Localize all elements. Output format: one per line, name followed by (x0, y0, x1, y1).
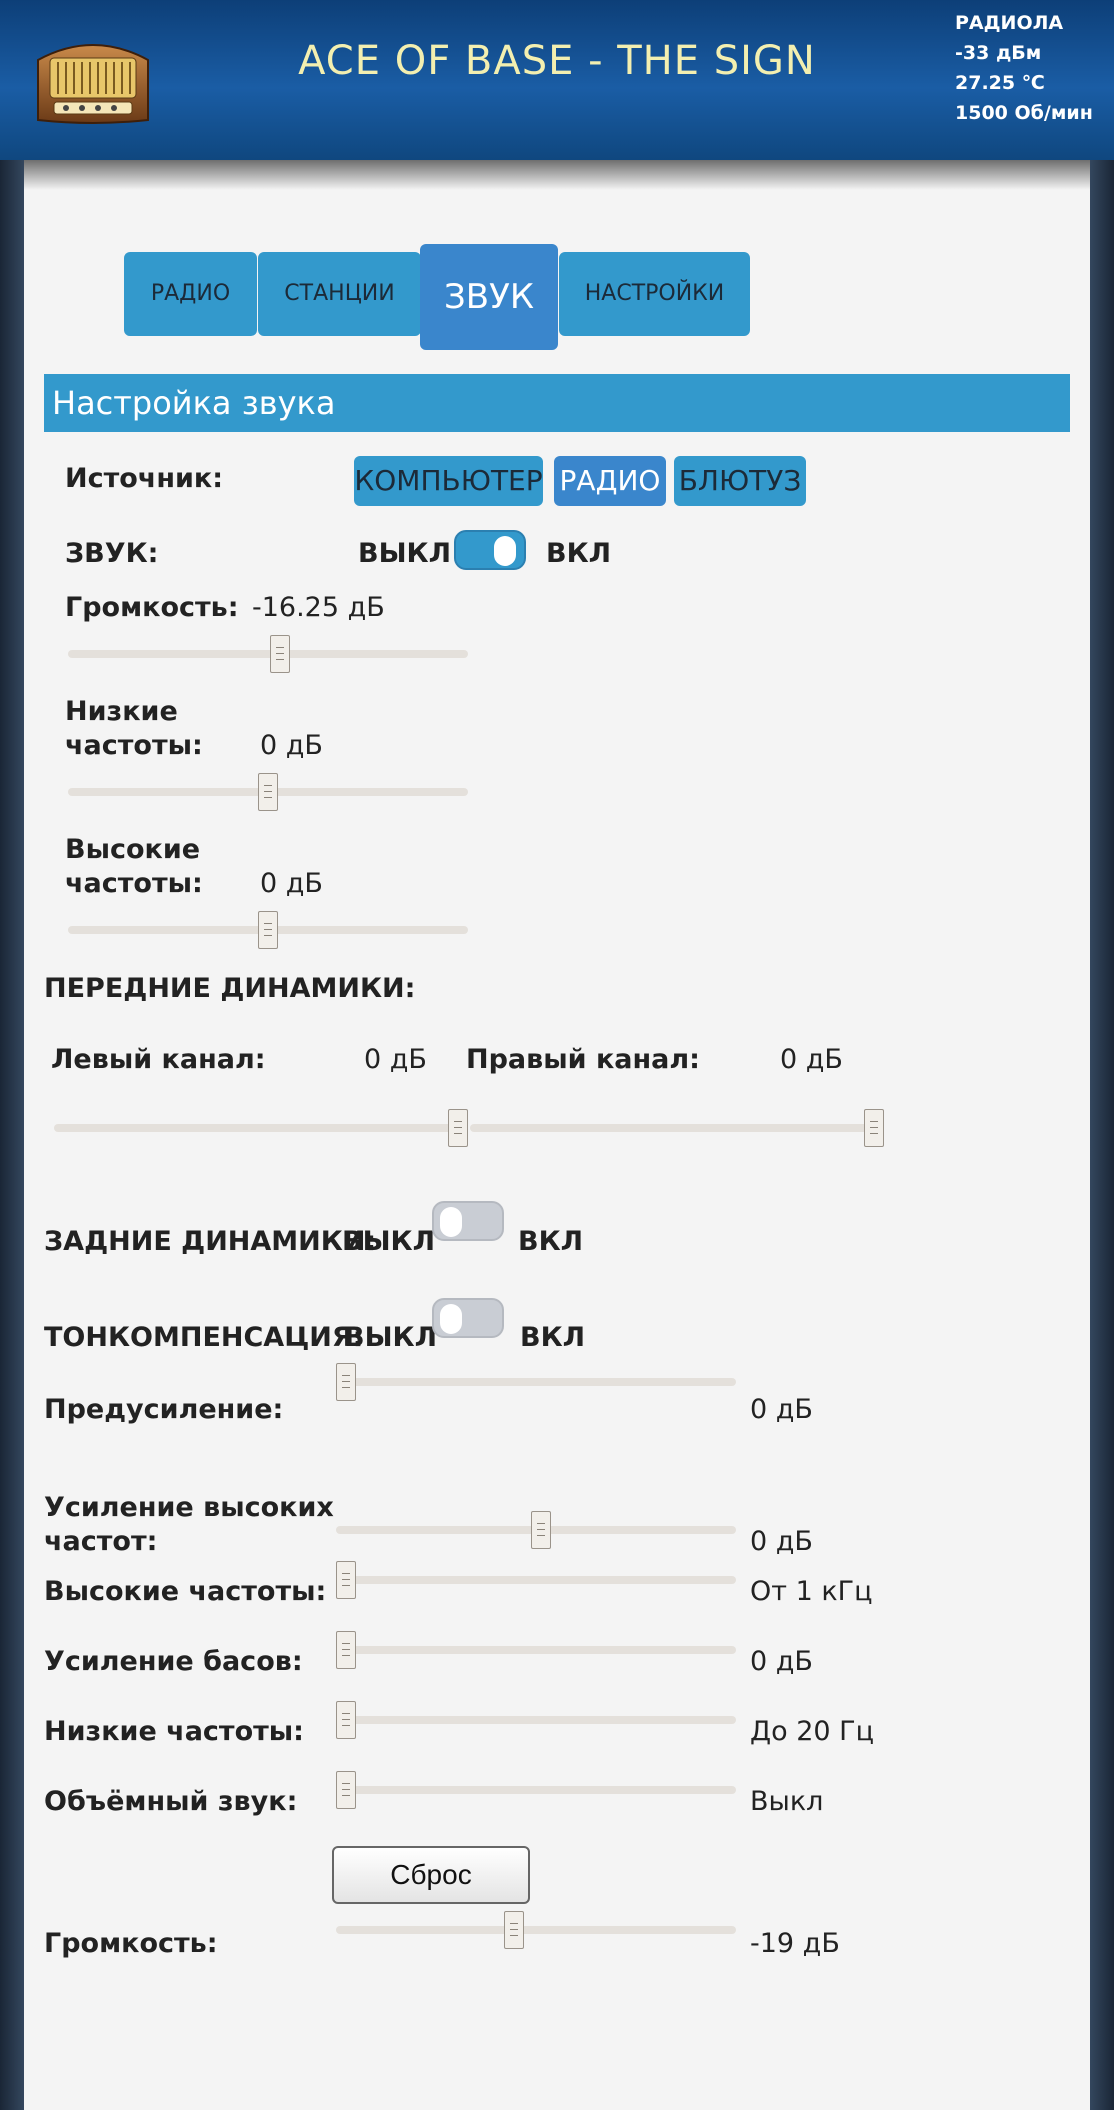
bass-boost-slider[interactable] (336, 1631, 356, 1669)
bass-boost-label: Усиление басов: (44, 1646, 303, 1677)
treble-label-line1: Высокие (65, 834, 201, 865)
content-panel: РАДИО СТАНЦИИ ЗВУК НАСТРОЙКИ Настройка з… (24, 160, 1090, 2110)
loudness-on-label: ВКЛ (520, 1322, 586, 1353)
bass-label-line1: Низкие (65, 696, 178, 727)
right-channel-value: 0 дБ (780, 1044, 843, 1075)
source-label: Источник: (65, 463, 224, 494)
treble-freq-label: Высокие частоты: (44, 1576, 327, 1607)
treble-freq-value: От 1 кГц (750, 1576, 873, 1607)
surround-slider[interactable] (336, 1771, 356, 1809)
tab-radio[interactable]: РАДИО (124, 252, 257, 336)
treble-freq-track (336, 1576, 736, 1584)
treble-boost-value: 0 дБ (750, 1526, 813, 1557)
loudness-off-label: ВЫКЛ (344, 1322, 438, 1353)
left-channel-slider[interactable] (448, 1109, 468, 1147)
bass-boost-track (336, 1646, 736, 1654)
sound-on-label: ВКЛ (546, 538, 612, 569)
front-speakers-title: ПЕРЕДНИЕ ДИНАМИКИ: (44, 973, 416, 1004)
right-channel-track (470, 1124, 874, 1132)
bass-slider[interactable] (258, 773, 278, 811)
rear-on-label: ВКЛ (518, 1226, 584, 1257)
bass-freq-value: До 20 Гц (750, 1716, 874, 1747)
loudness-label: ТОНКОМПЕНСАЦИЯ: (44, 1322, 364, 1353)
rear-speakers-toggle[interactable] (432, 1201, 504, 1241)
right-channel-slider[interactable] (864, 1109, 884, 1147)
treble-freq-slider[interactable] (336, 1561, 356, 1599)
treble-boost-label-line2: частот: (44, 1526, 158, 1557)
temperature-readout: 27.25 ℃ (955, 72, 1045, 94)
treble-boost-label-line1: Усиление высоких (44, 1492, 334, 1523)
device-name: РАДИОЛА (955, 12, 1064, 34)
source-radio-button[interactable]: РАДИО (554, 456, 666, 506)
bass-freq-slider[interactable] (336, 1701, 356, 1739)
signal-strength: -33 дБм (955, 42, 1042, 64)
bass-freq-label: Низкие частоты: (44, 1716, 304, 1747)
volume-slider[interactable] (270, 635, 290, 673)
bass-label-line2: частоты: (65, 730, 203, 761)
section-title: Настройка звука (44, 374, 1070, 432)
surround-value: Выкл (750, 1786, 824, 1817)
surround-track (336, 1786, 736, 1794)
tab-stations[interactable]: СТАНЦИИ (258, 252, 421, 336)
treble-value: 0 дБ (260, 868, 323, 899)
bass-freq-track (336, 1716, 736, 1724)
sound-off-label: ВЫКЛ (358, 538, 452, 569)
app-header: ACE OF BASE - THE SIGN РАДИОЛА -33 дБм 2… (0, 0, 1114, 160)
left-channel-label: Левый канал: (51, 1044, 266, 1075)
pregain-value: 0 дБ (750, 1394, 813, 1425)
pregain-slider[interactable] (336, 1363, 356, 1401)
volume-label: Громкость: (65, 592, 239, 623)
volume-value: -16.25 дБ (252, 592, 385, 623)
rear-speakers-label: ЗАДНИЕ ДИНАМИКИ: (44, 1226, 377, 1257)
treble-slider[interactable] (258, 911, 278, 949)
source-computer-button[interactable]: КОМПЬЮТЕР (354, 456, 543, 506)
sound-label: ЗВУК: (65, 538, 159, 569)
now-playing-title: ACE OF BASE - THE SIGN (298, 38, 816, 84)
tab-settings[interactable]: НАСТРОЙКИ (559, 252, 750, 336)
pregain-label: Предусиление: (44, 1394, 284, 1425)
left-channel-track (54, 1124, 458, 1132)
master-volume-label: Громкость: (44, 1928, 218, 1959)
volume-slider-track (68, 650, 468, 658)
right-channel-label: Правый канал: (466, 1044, 700, 1075)
left-channel-value: 0 дБ (364, 1044, 427, 1075)
loudness-toggle[interactable] (432, 1298, 504, 1338)
surround-label: Объёмный звук: (44, 1786, 298, 1817)
master-volume-track (336, 1926, 736, 1934)
status-panel: РАДИОЛА -33 дБм 27.25 ℃ 1500 Об/мин (955, 8, 1093, 128)
sound-toggle[interactable] (454, 530, 526, 570)
master-volume-value: -19 дБ (750, 1928, 840, 1959)
treble-boost-slider[interactable] (531, 1511, 551, 1549)
rpm-readout: 1500 Об/мин (955, 102, 1093, 124)
master-volume-slider[interactable] (503, 1911, 524, 1949)
bass-value: 0 дБ (260, 730, 323, 761)
treble-label-line2: частоты: (65, 868, 203, 899)
rear-off-label: ВЫКЛ (342, 1226, 436, 1257)
pregain-track (336, 1378, 736, 1386)
bass-boost-value: 0 дБ (750, 1646, 813, 1677)
tab-sound[interactable]: ЗВУК (420, 244, 558, 350)
reset-button[interactable]: Сброс (332, 1846, 530, 1904)
source-bluetooth-button[interactable]: БЛЮТУЗ (674, 456, 806, 506)
